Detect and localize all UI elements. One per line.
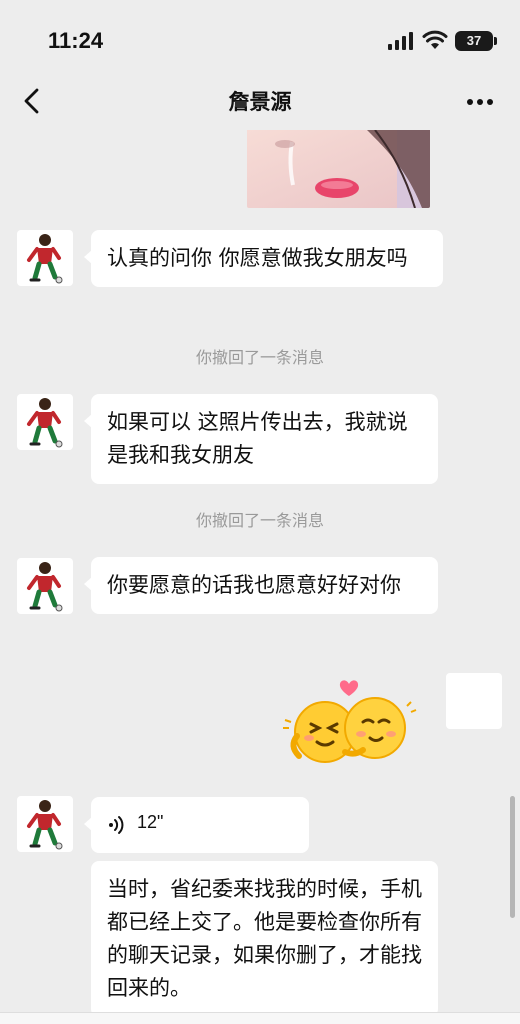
avatar[interactable] <box>17 230 73 286</box>
message-bubble[interactable]: 如果可以 这照片传出去，我就说是我和我女朋友 <box>84 394 438 484</box>
message-text: 如果可以 这照片传出去，我就说是我和我女朋友 <box>107 410 408 467</box>
message-text: 你要愿意的话我也愿意好好对你 <box>107 573 401 597</box>
self-avatar[interactable] <box>446 673 502 729</box>
shared-photo[interactable] <box>247 130 430 208</box>
battery-icon: 37 <box>455 31 497 51</box>
message-bubble[interactable]: 认真的问你 你愿意做我女朋友吗 <box>84 230 443 287</box>
message-bubble[interactable]: 当时，省纪委来找我的时候，手机都已经上交了。他是要检查你所有的聊天记录，如果你删… <box>91 861 438 1017</box>
recall-notice: 你撤回了一条消息 <box>195 511 324 530</box>
chat-title: 詹景源 <box>228 90 292 114</box>
more-icon[interactable] <box>462 88 498 116</box>
voice-message[interactable]: 12" <box>84 797 309 853</box>
wifi-icon <box>422 30 448 49</box>
signal-icon <box>388 32 413 50</box>
football-player-icon <box>27 800 63 850</box>
avatar[interactable] <box>17 558 73 614</box>
message-text: 当时，省纪委来找我的时候，手机都已经上交了。他是要检查你所有的聊天记录，如果你删… <box>107 877 422 1000</box>
input-bar[interactable] <box>0 1012 520 1024</box>
avatar[interactable] <box>17 796 73 852</box>
status-time: 11:24 <box>48 28 104 53</box>
message-bubble[interactable]: 你要愿意的话我也愿意好好对你 <box>84 557 438 614</box>
voice-duration: 12" <box>137 812 164 832</box>
football-player-icon <box>27 398 63 448</box>
hugging-emoji-sticker[interactable] <box>275 676 425 772</box>
avatar[interactable] <box>17 394 73 450</box>
chat-area: 认真的问你 你愿意做我女朋友吗 你撤回了一条消息 如果可以 这照片传出去，我就说… <box>0 124 520 1024</box>
nav-bar: 詹景源 <box>0 80 520 124</box>
scrollbar[interactable] <box>510 796 515 918</box>
message-text: 认真的问你 你愿意做我女朋友吗 <box>107 246 408 270</box>
football-player-icon <box>27 562 63 612</box>
recall-notice: 你撤回了一条消息 <box>195 348 324 367</box>
voice-icon <box>109 816 124 834</box>
status-bar: 11:24 37 <box>0 0 520 80</box>
football-player-icon <box>27 234 63 284</box>
